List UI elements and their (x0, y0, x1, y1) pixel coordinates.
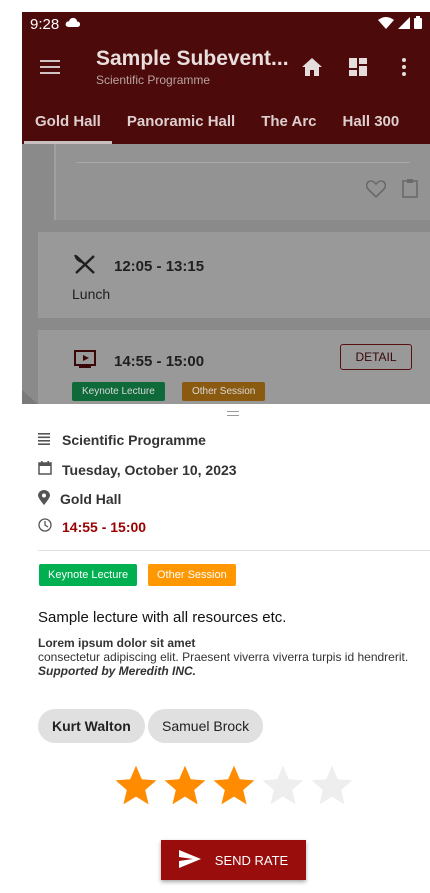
location-pin-icon (38, 490, 50, 508)
programme-row: Scientific Programme (38, 432, 206, 448)
restaurant-icon (74, 254, 96, 278)
divider (38, 550, 430, 551)
screen: 9:28 Sample Subevent... Scientific Progr… (0, 0, 430, 893)
session-detail-sheet: Scientific Programme Tuesday, October 10… (22, 404, 430, 893)
star-empty-icon[interactable] (259, 762, 307, 810)
send-rate-label: SEND RATE (214, 852, 289, 868)
tab-panoramic-hall[interactable]: Panoramic Hall (114, 98, 248, 144)
clipboard-icon[interactable] (402, 178, 418, 203)
hall-label: Gold Hall (60, 491, 122, 507)
send-rate-button[interactable]: SEND RATE (161, 840, 306, 880)
lunch-time: 12:05 - 13:15 (114, 257, 205, 275)
session-card (54, 144, 430, 220)
tab-the-arc[interactable]: The Arc (248, 98, 329, 144)
star-filled-icon[interactable] (112, 762, 160, 810)
wifi-icon (378, 16, 394, 33)
divider (76, 162, 410, 163)
menu-icon[interactable] (22, 39, 78, 95)
tab-hall-300[interactable]: Hall 300 (330, 98, 413, 144)
description-heading: Lorem ipsum dolor sit amet (38, 636, 196, 650)
hall-row: Gold Hall (38, 490, 121, 508)
home-icon[interactable] (294, 49, 330, 85)
star-empty-icon[interactable] (308, 762, 356, 810)
chip-other-dim: Other Session (182, 382, 266, 401)
programme-label: Scientific Programme (62, 432, 206, 448)
chip-other-session: Other Session (148, 564, 236, 586)
session-time: 14:55 - 15:00 (114, 352, 205, 370)
status-time: 9:28 (30, 15, 60, 33)
lecture-description: Lorem ipsum dolor sit amet consectetur a… (38, 636, 418, 678)
lunch-label: Lunch (72, 286, 111, 302)
lecture-title: Sample lecture with all resources etc. (38, 609, 287, 626)
clock-icon (38, 518, 52, 535)
description-body: consectetur adipiscing elit. Praesent vi… (38, 650, 409, 664)
calendar-icon (38, 461, 52, 478)
drag-handle[interactable] (227, 411, 239, 416)
detail-button[interactable]: DETAIL (340, 344, 412, 370)
speaker-chip-kurt-walton[interactable]: Kurt Walton (38, 709, 145, 743)
session-card-lecture[interactable]: 14:55 - 15:00 DETAIL Keynote Lecture Oth… (38, 330, 430, 406)
rating-stars (112, 762, 356, 810)
date-label: Tuesday, October 10, 2023 (62, 461, 237, 478)
star-filled-icon[interactable] (210, 762, 258, 810)
status-bar: 9:28 (22, 12, 430, 36)
presentation-icon (74, 350, 96, 372)
speaker-chip-samuel-brock[interactable]: Samuel Brock (148, 709, 264, 743)
app-subtitle: Scientific Programme (96, 73, 211, 87)
app-bar: Sample Subevent... Scientific Programme (22, 36, 430, 98)
chip-keynote-lecture: Keynote Lecture (39, 564, 138, 586)
schedule-list: 12:05 - 13:15 Lunch 14:55 - 15:00 DETAIL… (22, 144, 430, 406)
screen-edge-top (0, 0, 430, 12)
title-block: Sample Subevent... Scientific Programme (78, 47, 294, 87)
cloud-icon (65, 17, 81, 31)
app-title: Sample Subevent... (96, 47, 289, 70)
tab-gold-hall[interactable]: Gold Hall (22, 98, 114, 144)
send-icon (178, 849, 201, 871)
lunch-card[interactable]: 12:05 - 13:15 Lunch (38, 232, 430, 318)
time-row: 14:55 - 15:00 (38, 518, 146, 535)
description-sponsor: Supported by Meredith INC. (38, 664, 197, 678)
battery-icon (414, 15, 422, 33)
chip-keynote-dim: Keynote Lecture (72, 382, 165, 401)
heart-icon[interactable] (365, 180, 387, 203)
signal-icon (398, 16, 410, 33)
dashboard-icon[interactable] (340, 49, 376, 85)
time-label: 14:55 - 15:00 (62, 518, 147, 535)
star-filled-icon[interactable] (161, 762, 209, 810)
hall-tabs: Gold Hall Panoramic Hall The Arc Hall 30… (22, 98, 430, 144)
list-icon (38, 432, 52, 448)
screen-edge-left (0, 0, 22, 893)
more-vert-icon[interactable] (386, 49, 422, 85)
date-row: Tuesday, October 10, 2023 (38, 461, 237, 478)
